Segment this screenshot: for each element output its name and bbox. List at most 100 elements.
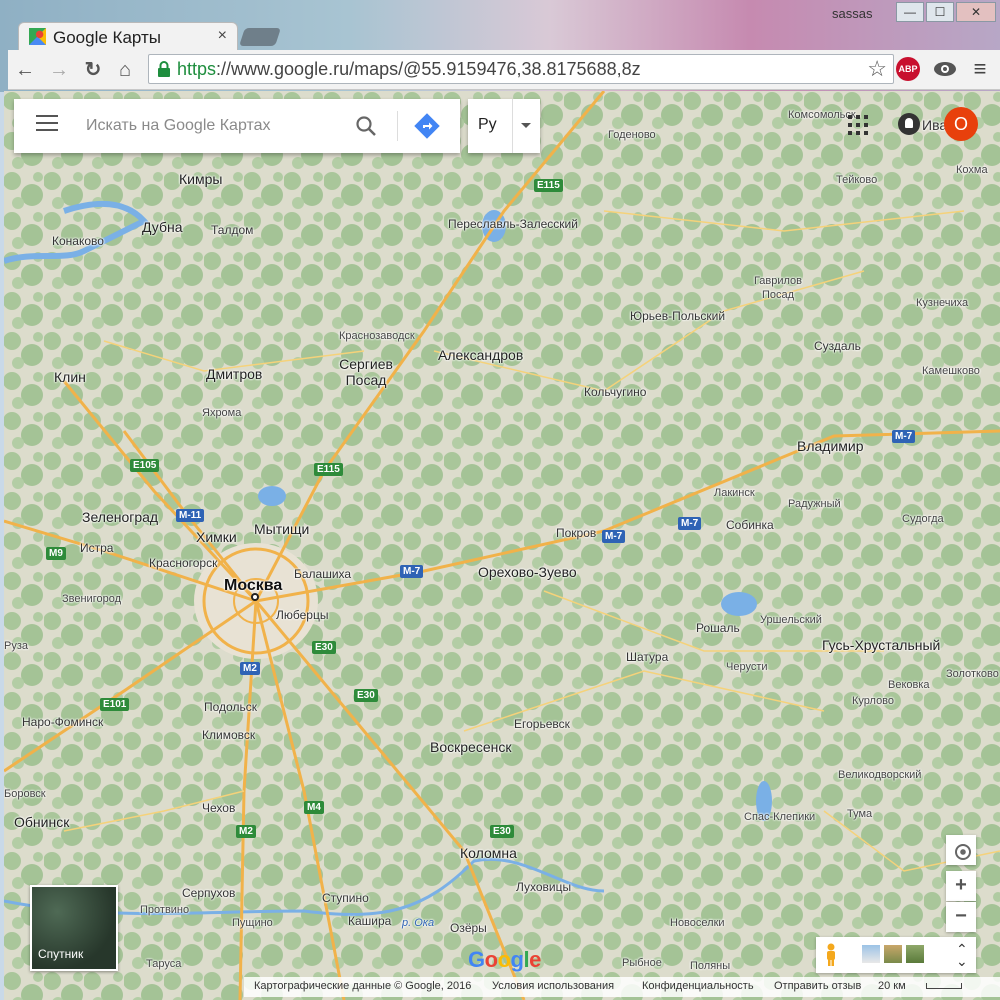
road-shield: M-7 [678, 517, 702, 530]
hamburger-menu-icon[interactable] [36, 115, 58, 135]
zoom-in-button[interactable]: + [946, 871, 976, 901]
road-shield: M-11 [176, 509, 205, 522]
close-window-button[interactable]: ✕ [956, 2, 996, 22]
reload-icon[interactable]: ↻ [80, 57, 106, 83]
place-label: Поляны [690, 960, 731, 972]
chevron-up-icon[interactable]: ⌃ ⌄ [956, 942, 968, 968]
place-label: Кимры [179, 171, 223, 187]
zoom-out-button[interactable]: − [946, 902, 976, 932]
tab-title: Google Карты [53, 28, 161, 47]
place-label: Дмитров [206, 366, 263, 382]
place-label-capital: Москва [224, 577, 283, 594]
place-label: Гусь-Хрустальный [822, 637, 941, 653]
place-label: Собинка [726, 518, 774, 532]
place-label: Климовск [202, 728, 256, 742]
tab-close-icon[interactable]: × [218, 27, 227, 45]
place-label: Талдом [211, 223, 254, 237]
place-label: Камешково [922, 365, 980, 377]
privacy-link[interactable]: Конфиденциальность [642, 980, 754, 992]
place-label: Обнинск [14, 814, 70, 830]
place-label: Вековка [888, 679, 930, 691]
place-label: Клин [54, 369, 86, 385]
scale-label[interactable]: 20 км [878, 980, 906, 992]
maximize-button[interactable]: ☐ [926, 2, 954, 22]
place-label: Руза [4, 640, 28, 652]
place-label: Сергиев Посад [339, 356, 393, 388]
google-logo: Google [468, 947, 541, 972]
pegman-icon[interactable] [824, 943, 838, 967]
place-label: Годеново [608, 129, 656, 141]
search-input[interactable] [86, 113, 346, 139]
place-label: Чехов [202, 801, 236, 815]
place-label: Коломна [460, 845, 517, 861]
adblock-extension-icon[interactable]: ABP [896, 57, 920, 81]
my-location-icon[interactable] [946, 835, 976, 865]
place-label: Кольчугино [584, 385, 647, 399]
language-selector[interactable]: Ру [468, 99, 540, 153]
place-label: Уршельский [760, 614, 822, 626]
road-shield: M-7 [892, 430, 916, 443]
terms-link[interactable]: Условия использования [492, 980, 614, 992]
minimize-button[interactable]: — [896, 2, 924, 22]
road-shield: E30 [354, 689, 378, 702]
place-label: Протвино [140, 904, 190, 916]
satellite-toggle[interactable]: Спутник [30, 885, 118, 971]
road-shield: M9 [46, 547, 66, 560]
place-label: Рыбное [622, 957, 662, 969]
google-maps-favicon-icon [29, 28, 46, 45]
scale-bar [926, 983, 962, 989]
notifications-bell-icon[interactable] [898, 113, 920, 135]
place-label: Александров [438, 347, 524, 363]
place-label: Воскресенск [430, 739, 512, 755]
url-scheme: https [177, 59, 217, 79]
road-shield: E101 [100, 698, 130, 711]
place-label: Красногорск [149, 556, 218, 570]
place-label: Новоселки [670, 917, 725, 929]
road-shield: E115 [534, 179, 563, 192]
place-label: Ступино [322, 891, 369, 905]
feedback-link[interactable]: Отправить отзыв [774, 980, 861, 992]
place-label: Курлово [852, 695, 895, 707]
road-shield: M2 [236, 825, 256, 838]
apps-grid-icon[interactable] [848, 115, 868, 135]
new-tab-button[interactable] [239, 28, 281, 46]
place-label: Таруса [146, 958, 182, 970]
search-divider [397, 111, 398, 141]
address-bar[interactable]: https://www.google.ru/maps/@55.9159476,3… [148, 54, 894, 84]
place-label: Радужный [788, 498, 841, 510]
map-canvas[interactable]: Кимры Дубна Конаково Талдом Клин Дмитров… [4, 91, 1000, 1000]
directions-icon[interactable] [414, 113, 440, 139]
place-label: Балашиха [294, 567, 352, 581]
back-arrow-icon[interactable]: ← [12, 57, 38, 83]
place-label: Истра [80, 541, 114, 555]
url-text: https://www.google.ru/maps/@55.9159476,3… [177, 59, 641, 80]
home-icon[interactable]: ⌂ [112, 57, 138, 83]
layer-thumb-traffic[interactable] [862, 945, 880, 963]
place-label: Дубна [142, 219, 183, 235]
place-label: Тума [847, 808, 873, 820]
bookmark-star-icon[interactable]: ☆ [867, 56, 887, 82]
browser-tab[interactable]: Google Карты × [18, 22, 238, 50]
place-label: Покров [556, 526, 597, 540]
chevron-down-icon[interactable] [521, 123, 531, 128]
browser-menu-icon[interactable]: ≡ [968, 56, 992, 82]
avatar[interactable]: О [944, 107, 978, 141]
map-footer: Картографические данные © Google, 2016 У… [244, 977, 1000, 997]
place-label: Пущино [232, 917, 273, 929]
language-divider [512, 99, 513, 153]
place-label: Зеленоград [82, 509, 159, 525]
road-shield: E30 [490, 825, 514, 838]
place-label: Комсомольск [788, 109, 856, 121]
place-label: Юрьев-Польский [630, 309, 726, 323]
browser-profile-name[interactable]: sassas [832, 6, 872, 21]
place-label: Краснозаводск [339, 330, 415, 342]
layer-thumb-transit[interactable] [906, 945, 924, 963]
copyright-text: Картографические данные © Google, 2016 [254, 980, 472, 992]
place-label: Шатура [626, 650, 669, 664]
eye-extension-icon[interactable] [932, 58, 958, 80]
river-label: р. Ока [402, 917, 435, 929]
place-label: Суздаль [814, 339, 861, 353]
layer-thumb-terrain[interactable] [884, 945, 902, 963]
search-icon[interactable] [354, 114, 378, 138]
forward-arrow-icon[interactable]: → [46, 57, 72, 83]
